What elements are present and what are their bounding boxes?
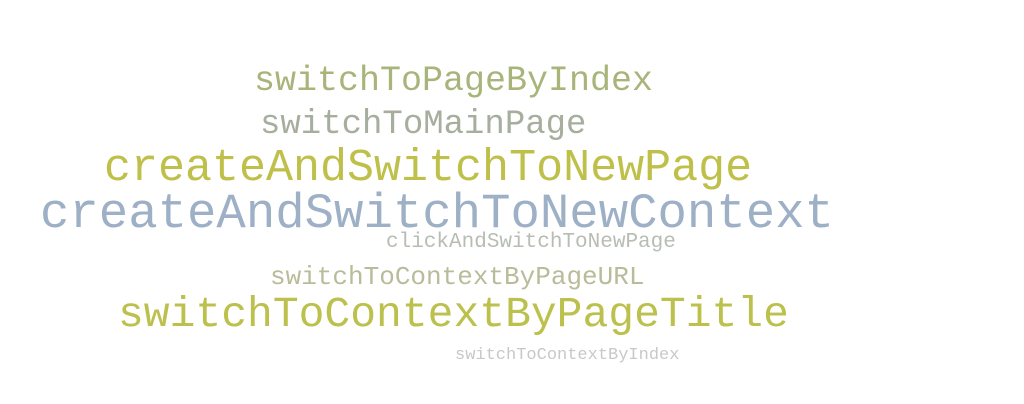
word-switch-to-context-by-page-url: switchToContextByPageURL — [270, 262, 645, 292]
word-cloud: switchToPageByIndex switchToMainPage cre… — [0, 0, 1024, 404]
word-switch-to-main-page: switchToMainPage — [260, 106, 587, 144]
word-switch-to-context-by-page-title: switchToContextByPageTitle — [118, 290, 789, 339]
word-switch-to-page-by-index: switchToPageByIndex — [254, 61, 654, 101]
word-switch-to-context-by-index: switchToContextByIndex — [455, 346, 680, 365]
word-create-and-switch-to-new-page: createAndSwitchToNewPage — [104, 143, 753, 194]
word-click-and-switch-to-new-page: clickAndSwitchToNewPage — [386, 231, 676, 254]
